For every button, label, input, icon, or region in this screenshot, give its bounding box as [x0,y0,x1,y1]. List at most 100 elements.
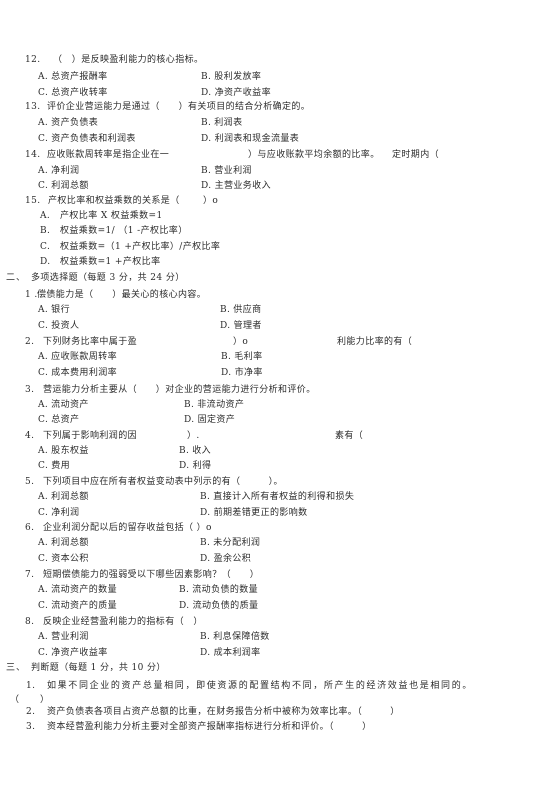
option-d: D. 盈余公积 [200,553,251,565]
question-stem-part: ）o [203,196,219,206]
option-text: 营业利润 [214,166,252,176]
option-d: D. 权益乘数=1 +产权比率 [40,256,160,268]
option-text: 利息保障倍数 [213,632,270,642]
option-d: D. 固定资产 [184,414,235,426]
option-label: A. [38,632,49,642]
question-stem-part: 素有（ [335,431,364,441]
question-stem-part: 应收账款周转率是指企业在一 [47,150,170,160]
option-label: A. [38,305,49,315]
option-label: A. [38,585,49,595]
option-b: B. 利息保障倍数 [200,631,270,643]
option-text: 应收账款周转率 [51,352,117,362]
option-label: A. [38,72,49,82]
question-stem: （ ）是反映盈利能力的核心指标。 [53,55,204,65]
option-b: B. 直接计入所有者权益的利得和损失 [200,491,354,503]
option-text: 流动负债的质量 [192,601,259,611]
option-b: B. 流动负债的数量 [179,584,258,596]
option-text: 产权比率 X 权益乘数=1 [60,211,163,221]
option-text: 权益乘数=1 +产权比率 [60,257,161,267]
option-text: 流动负债的数量 [192,585,259,595]
option-text: 利润总额 [51,492,89,502]
question-number: 3. [26,722,36,732]
section-title: 多项选择题（每题 3 分，共 24 分） [31,273,185,283]
option-label: D. [200,508,211,518]
option-text: 前期差错更正的影响数 [213,508,308,518]
option-text: 净资产收益率 [51,648,108,658]
question-number: 1 . [25,290,38,300]
option-label: A. [38,446,49,456]
option-text: 银行 [51,305,70,315]
option-label: C. [38,554,49,564]
option-text: 供应商 [233,305,262,315]
option-text: 权益乘数=1/ （1 -产权比率） [60,226,188,236]
option-b: B. 毛利率 [221,351,262,363]
option-label: D. [184,415,195,425]
option-label: C. [38,321,49,331]
question-number: 8. [25,617,35,627]
option-text: 利润总额 [51,181,89,191]
option-d: D. 流动负债的质量 [179,600,258,612]
question-stem: 资本经营盈利能力分析主要对全部资产报酬率指标进行分析和评价。（ ） [47,722,372,732]
option-label: D. [179,461,190,471]
option-label: A. [40,211,51,221]
option-b: B. 非流动资产 [184,399,244,411]
option-d: D. 利得 [179,460,211,472]
option-label: D. [201,134,212,144]
question-stem: 评价企业营运能力是通过（ ）有关项目的结合分析确定的。 [47,102,311,112]
option-text: 营业利润 [51,632,89,642]
option-label: C. [38,601,49,611]
exam-page: 12. （ ）是反映盈利能力的核心指标。 A. 总资产报酬率 B. 股利发放率 C.… [0,0,560,793]
option-a: A. 流动资产 [38,399,89,411]
option-c: C. 权益乘数=（1 +产权比率）/产权比率 [40,241,220,253]
option-label: C. [38,181,49,191]
option-label: D. [201,88,212,98]
option-a: A. 净利润 [38,165,79,177]
option-text: 净资产收益率 [214,88,271,98]
option-text: 收入 [192,446,212,456]
option-text: 流动资产的质量 [51,601,118,611]
question-stem: 偿债能力是（ ）最关心的核心内容。 [37,290,207,300]
option-c: C. 总资产 [38,414,79,426]
option-c: C. 流动资产的质量 [38,600,117,612]
option-a: A. 利润总额 [38,491,89,503]
option-d: D. 净资产收益率 [201,87,271,99]
option-text: 成本费用利润率 [51,368,118,378]
option-c: C. 成本费用利润率 [38,367,117,379]
option-label: B. [200,632,211,642]
option-text: 流动资产 [51,400,89,410]
option-d: D. 主营业务收入 [201,180,271,192]
option-text: 资产负债表和利润表 [51,134,136,144]
option-text: 投资人 [51,321,80,331]
option-a: A. 股东权益 [38,445,89,457]
option-label: A. [38,492,49,502]
option-a: A. 总资产报酬率 [38,71,108,83]
option-b: B. 利润表 [201,117,242,129]
option-text: 利得 [192,461,212,471]
option-label: B. [184,400,195,410]
option-text: 利润总额 [51,538,89,548]
option-a: A. 银行 [38,304,70,316]
option-a: A. 营业利润 [38,631,89,643]
option-label: C. [38,415,49,425]
option-label: B. [220,305,231,315]
option-text: 费用 [51,461,71,471]
option-d: D. 管理者 [220,320,262,332]
answer-blank-close: ） [40,695,50,705]
option-label: A. [38,166,49,176]
option-d: D. 市净率 [221,367,263,379]
option-label: C. [40,242,51,252]
section-number: 二、 [6,273,27,283]
option-label: D. [220,321,231,331]
question-number: 2. [25,337,35,347]
option-b: B. 未分配利润 [200,537,260,549]
question-number: 7. [25,570,35,580]
option-c: C. 利润总额 [38,180,89,192]
option-c: C. 净资产收益率 [38,647,108,659]
option-text: 总资产 [51,415,80,425]
option-label: C. [38,648,49,658]
option-text: 未分配利润 [213,538,261,548]
question-stem: 营运能力分析主要从（ ）对企业的营运能力进行分析和评价。 [43,385,316,395]
question-stem-part: ）. [187,431,200,441]
question-stem-part: 下列属于影响利润的因 [43,431,138,441]
option-label: B. [201,166,212,176]
